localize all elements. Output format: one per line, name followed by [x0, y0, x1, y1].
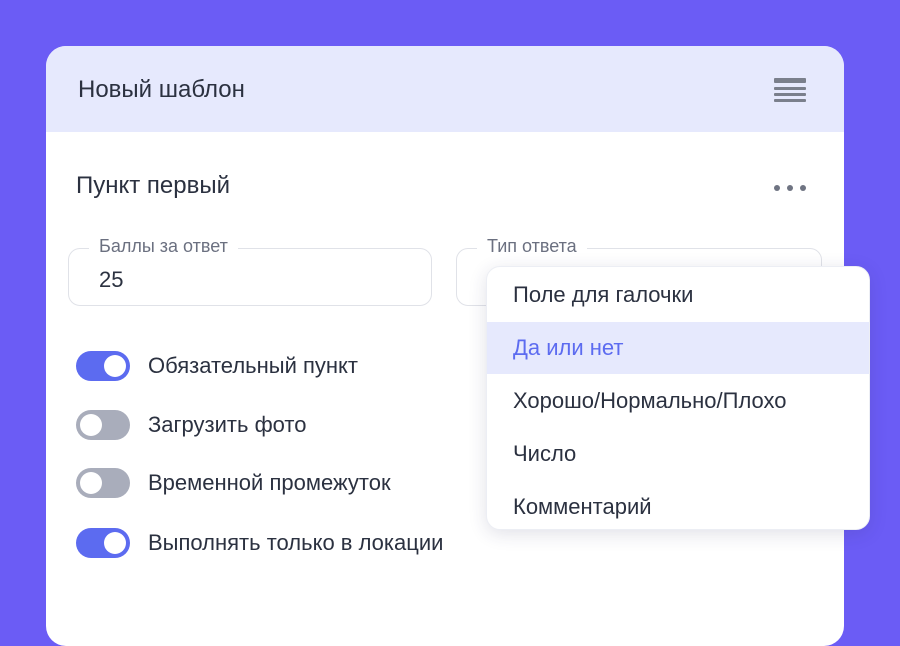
toggle-label: Обязательный пункт [148, 353, 358, 378]
card-title: Новый шаблон [78, 76, 245, 103]
dropdown-option-yes-no[interactable]: Да или нет [487, 322, 869, 374]
toggle-knob [80, 472, 102, 494]
toggle-row-required: Обязательный пункт [76, 350, 358, 382]
more-dots-icon[interactable] [774, 184, 806, 192]
hamburger-menu-icon[interactable] [774, 78, 806, 104]
toggle-row-photo: Загрузить фото [76, 409, 306, 441]
toggle-row-location: Выполнять только в локации [76, 527, 443, 559]
card-header: Новый шаблон [46, 46, 844, 132]
item-title: Пункт первый [76, 172, 231, 199]
score-field[interactable]: Баллы за ответ 25 [68, 236, 432, 306]
upload-photo-toggle[interactable] [76, 410, 130, 440]
toggle-label: Временной промежуток [148, 470, 391, 495]
dropdown-option-good-normal-bad[interactable]: Хорошо/Нормально/Плохо [487, 375, 869, 427]
location-only-toggle[interactable] [76, 528, 130, 558]
score-field-value[interactable]: 25 [99, 267, 123, 293]
dropdown-option-checkbox[interactable]: Поле для галочки [487, 269, 869, 321]
toggle-knob [80, 414, 102, 436]
toggle-knob [104, 355, 126, 377]
dropdown-option-number[interactable]: Число [487, 428, 869, 480]
toggle-label: Выполнять только в локации [148, 530, 444, 555]
required-toggle[interactable] [76, 351, 130, 381]
toggle-label: Загрузить фото [148, 412, 307, 437]
dropdown-option-comment[interactable]: Комментарий [487, 481, 869, 529]
answer-type-label: Тип ответа [477, 236, 587, 257]
answer-type-dropdown: Поле для галочки Да или нет Хорошо/Норма… [486, 266, 870, 530]
toggle-row-time-range: Временной промежуток [76, 467, 391, 499]
toggle-knob [104, 532, 126, 554]
time-range-toggle[interactable] [76, 468, 130, 498]
score-field-label: Баллы за ответ [89, 236, 238, 257]
